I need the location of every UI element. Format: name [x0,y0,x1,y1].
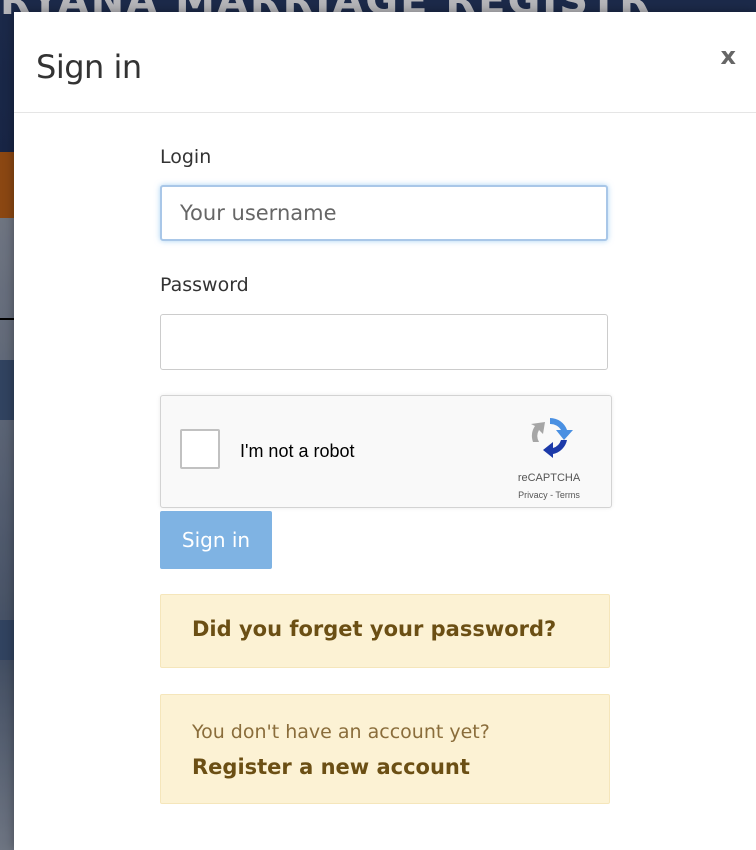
register-alert: You don't have an account yet? Register … [160,694,610,804]
signin-button[interactable]: Sign in [160,511,272,569]
close-button[interactable]: x [721,42,736,70]
password-input[interactable] [160,314,608,370]
password-label: Password [160,274,249,296]
no-account-text: You don't have an account yet? [192,721,490,743]
recaptcha-privacy-terms-links[interactable]: Privacy - Terms [497,490,601,500]
modal-header: Sign in x [14,12,756,113]
forgot-password-alert: Did you forget your password? [160,594,610,668]
register-link[interactable]: Register a new account [192,755,470,779]
modal-title: Sign in [36,48,142,86]
login-input[interactable] [160,185,608,241]
forgot-password-link[interactable]: Did you forget your password? [192,617,556,641]
recaptcha-logo-icon [531,417,573,458]
recaptcha-label: I'm not a robot [240,441,355,461]
recaptcha-widget: I'm not a robot reCAPTCHA Privacy - Term… [160,395,612,508]
recaptcha-brand: reCAPTCHA [517,472,581,484]
login-label: Login [160,146,212,168]
recaptcha-checkbox[interactable] [180,429,220,469]
signin-modal: Sign in x Login Password I'm not a robot… [14,12,756,850]
